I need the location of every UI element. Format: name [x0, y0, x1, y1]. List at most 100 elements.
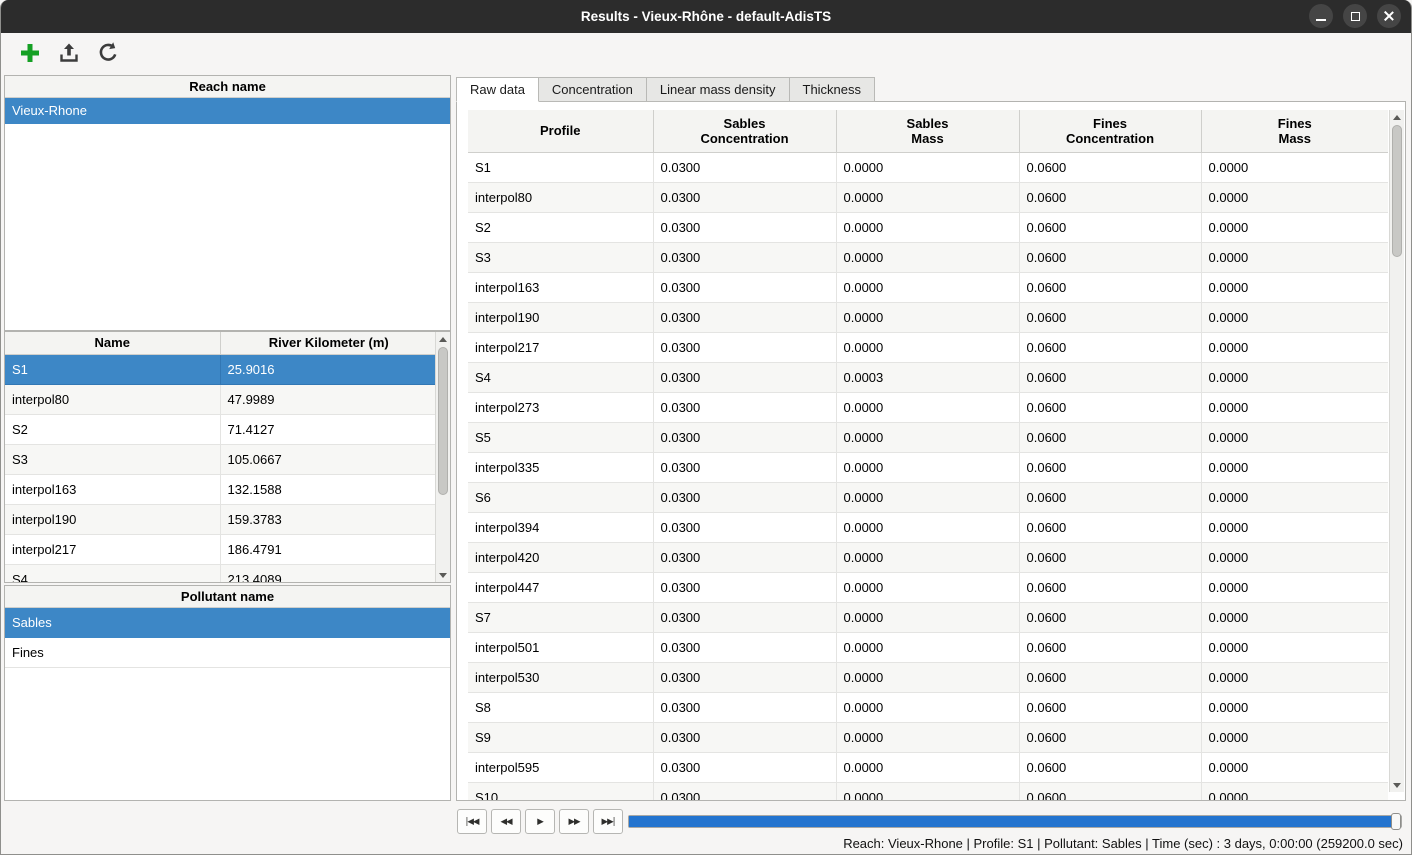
table-row[interactable]: S50.03000.00000.06000.0000 [468, 422, 1388, 452]
forward-button[interactable]: ▶▶ [559, 809, 589, 834]
cell: 0.0000 [1201, 272, 1388, 302]
profiles-header-row: NameRiver Kilometer (m) [5, 332, 437, 354]
profile-row[interactable]: interpol217186.4791 [5, 534, 437, 564]
table-row[interactable]: interpol4470.03000.00000.06000.0000 [468, 572, 1388, 602]
tab-linear-mass-density[interactable]: Linear mass density [646, 77, 790, 102]
cell: 0.0600 [1019, 242, 1201, 272]
column-header: Name [5, 332, 220, 354]
rewind-button[interactable]: ◀◀ [491, 809, 521, 834]
cell: interpol595 [468, 752, 653, 782]
table-row[interactable]: interpol1900.03000.00000.06000.0000 [468, 302, 1388, 332]
refresh-button[interactable] [93, 39, 123, 69]
cell: 0.0000 [836, 482, 1019, 512]
profile-row[interactable]: interpol190159.3783 [5, 504, 437, 534]
table-row[interactable]: S20.03000.00000.06000.0000 [468, 212, 1388, 242]
cell: 0.0600 [1019, 572, 1201, 602]
pollutant-item[interactable]: Fines [5, 638, 450, 668]
table-row[interactable]: interpol2730.03000.00000.06000.0000 [468, 392, 1388, 422]
first-button[interactable]: |◀◀ [457, 809, 487, 834]
profile-row[interactable]: S125.9016 [5, 354, 437, 384]
reach-panel: Reach name Vieux-Rhone [4, 75, 451, 331]
scrollbar-thumb[interactable] [438, 347, 448, 495]
table-row[interactable]: S40.03000.00030.06000.0000 [468, 362, 1388, 392]
close-button[interactable] [1377, 4, 1401, 28]
minimize-button[interactable] [1309, 4, 1333, 28]
scroll-up-icon[interactable] [436, 332, 450, 346]
table-row[interactable]: interpol5010.03000.00000.06000.0000 [468, 632, 1388, 662]
tab-thickness[interactable]: Thickness [789, 77, 876, 102]
profile-row[interactable]: S4213.4089 [5, 564, 437, 583]
table-row[interactable]: interpol3350.03000.00000.06000.0000 [468, 452, 1388, 482]
cell: 0.0000 [836, 452, 1019, 482]
cell: 213.4089 [220, 564, 437, 583]
cell: 0.0300 [653, 422, 836, 452]
cell: interpol394 [468, 512, 653, 542]
tab-raw-data[interactable]: Raw data [456, 77, 539, 102]
cell: 0.0300 [653, 602, 836, 632]
cell: 0.0600 [1019, 632, 1201, 662]
table-row[interactable]: interpol800.03000.00000.06000.0000 [468, 182, 1388, 212]
scrollbar-thumb[interactable] [1392, 125, 1402, 257]
profile-row[interactable]: interpol163132.1588 [5, 474, 437, 504]
add-button[interactable] [15, 39, 45, 69]
cell: S5 [468, 422, 653, 452]
cell: 0.0300 [653, 572, 836, 602]
table-row[interactable]: interpol4200.03000.00000.06000.0000 [468, 542, 1388, 572]
cell: 0.0300 [653, 542, 836, 572]
play-button[interactable]: ▶ [525, 809, 555, 834]
window-title: Results - Vieux-Rhône - default-AdisTS [581, 9, 831, 24]
cell: 0.0000 [836, 422, 1019, 452]
cell: S1 [5, 354, 220, 384]
table-row[interactable]: interpol3940.03000.00000.06000.0000 [468, 512, 1388, 542]
column-header: River Kilometer (m) [220, 332, 437, 354]
table-row[interactable]: interpol5950.03000.00000.06000.0000 [468, 752, 1388, 782]
cell: interpol273 [468, 392, 653, 422]
cell: 186.4791 [220, 534, 437, 564]
cell: 0.0000 [836, 152, 1019, 182]
table-row[interactable]: S60.03000.00000.06000.0000 [468, 482, 1388, 512]
plus-icon [18, 41, 42, 68]
cell: 0.0600 [1019, 332, 1201, 362]
table-row[interactable]: S100.03000.00000.06000.0000 [468, 782, 1388, 801]
pollutant-item[interactable]: Sables [5, 608, 450, 638]
reach-list: Vieux-Rhone [5, 98, 450, 124]
cell: 0.0003 [836, 362, 1019, 392]
table-row[interactable]: S80.03000.00000.06000.0000 [468, 692, 1388, 722]
cell: 0.0000 [1201, 662, 1388, 692]
cell: 0.0600 [1019, 182, 1201, 212]
cell: S2 [468, 212, 653, 242]
table-row[interactable]: interpol5300.03000.00000.06000.0000 [468, 662, 1388, 692]
column-header: FinesMass [1201, 110, 1388, 152]
table-row[interactable]: interpol1630.03000.00000.06000.0000 [468, 272, 1388, 302]
last-button[interactable]: ▶▶| [593, 809, 623, 834]
cell: 47.9989 [220, 384, 437, 414]
profile-row[interactable]: S271.4127 [5, 414, 437, 444]
table-row[interactable]: S30.03000.00000.06000.0000 [468, 242, 1388, 272]
profile-row[interactable]: interpol8047.9989 [5, 384, 437, 414]
column-header-line: Concentration [654, 131, 836, 146]
table-row[interactable]: S70.03000.00000.06000.0000 [468, 602, 1388, 632]
cell: interpol420 [468, 542, 653, 572]
results-header-row: ProfileSablesConcentrationSablesMassFine… [468, 110, 1388, 152]
cell: interpol447 [468, 572, 653, 602]
table-row[interactable]: S10.03000.00000.06000.0000 [468, 152, 1388, 182]
export-button[interactable] [54, 39, 84, 69]
scroll-down-icon[interactable] [1390, 778, 1404, 792]
maximize-button[interactable] [1343, 4, 1367, 28]
cell: 0.0600 [1019, 212, 1201, 242]
time-slider[interactable] [628, 815, 1402, 828]
tab-concentration[interactable]: Concentration [538, 77, 647, 102]
cell: 0.0000 [1201, 392, 1388, 422]
reach-item[interactable]: Vieux-Rhone [5, 98, 450, 124]
cell: 0.0300 [653, 362, 836, 392]
table-row[interactable]: S90.03000.00000.06000.0000 [468, 722, 1388, 752]
time-slider-handle[interactable] [1391, 813, 1401, 830]
cell: interpol217 [468, 332, 653, 362]
scroll-up-icon[interactable] [1390, 110, 1404, 124]
time-slider-fill [629, 816, 1395, 827]
table-row[interactable]: interpol2170.03000.00000.06000.0000 [468, 332, 1388, 362]
cell: 0.0000 [836, 662, 1019, 692]
scroll-down-icon[interactable] [436, 568, 450, 582]
cell: 0.0600 [1019, 272, 1201, 302]
profile-row[interactable]: S3105.0667 [5, 444, 437, 474]
